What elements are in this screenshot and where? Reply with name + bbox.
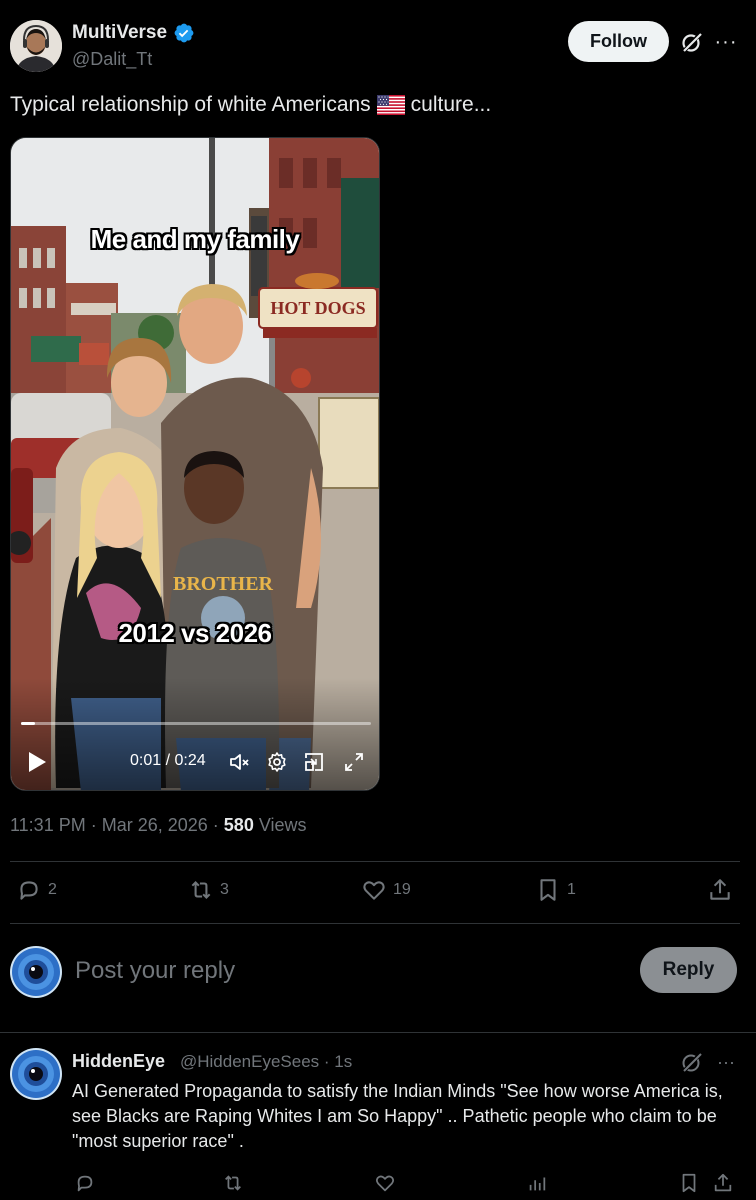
post-timestamp[interactable]: 11:31 PM · Mar 26, 2026 ·: [10, 815, 219, 835]
reply-count: 2: [48, 881, 57, 898]
views-count: 580: [223, 815, 254, 835]
reply-icon: [20, 881, 38, 900]
shirt-text: BROTHER: [173, 573, 274, 595]
comment-more-icon[interactable]: ···: [714, 1050, 738, 1074]
commenter-avatar[interactable]: [10, 1048, 62, 1100]
repost-action[interactable]: 3: [188, 877, 229, 903]
divider-middle: [10, 923, 740, 924]
settings-gear-icon[interactable]: [265, 750, 289, 774]
post-text-part1: Typical relationship of white Americans: [10, 93, 371, 116]
views-label: Views: [258, 815, 307, 835]
video-player[interactable]: HOT DOGS BROTHER Me and my family 2012 v…: [10, 137, 380, 791]
video-caption-middle: 2012 vs 2026: [118, 618, 272, 648]
author-handle[interactable]: @Dalit_Tt: [72, 49, 152, 70]
video-time: 0:01 / 0:24: [130, 752, 206, 769]
fullscreen-icon[interactable]: [342, 750, 366, 774]
grok-icon[interactable]: [680, 30, 704, 54]
divider-comments: [0, 1032, 756, 1033]
repost-count: 3: [220, 881, 229, 898]
like-count: 19: [393, 881, 411, 898]
author-avatar[interactable]: [10, 20, 62, 72]
commenter-handle-time[interactable]: @HiddenEyeSees · 1s: [180, 1052, 352, 1072]
post-text: Typical relationship of white Americans …: [10, 93, 491, 117]
verified-badge-icon: [174, 23, 194, 43]
comment-analytics-icon[interactable]: [526, 1172, 550, 1196]
divider-top: [10, 861, 740, 862]
video-progress-fill: [21, 722, 35, 725]
hotdog-sign-text: HOT DOGS: [270, 298, 365, 318]
post-meta: 11:31 PM · Mar 26, 2026 · 580 Views: [10, 815, 307, 836]
reply-action[interactable]: 2: [16, 877, 57, 903]
author-display-name[interactable]: MultiVerse: [72, 22, 195, 44]
follow-button[interactable]: Follow: [568, 21, 669, 62]
more-options-icon[interactable]: ···: [714, 30, 738, 54]
comment-reply-icon[interactable]: [74, 1172, 98, 1196]
video-caption-top: Me and my family: [90, 224, 300, 254]
reply-button[interactable]: Reply: [640, 947, 737, 993]
mute-icon[interactable]: [228, 750, 252, 774]
comment-bookmark-icon[interactable]: [678, 1172, 702, 1196]
comment-repost-icon[interactable]: [222, 1172, 246, 1196]
heart-icon: [363, 881, 385, 900]
bookmark-icon: [540, 879, 556, 901]
repost-icon: [191, 880, 211, 900]
user-avatar[interactable]: [10, 946, 62, 998]
us-flag-icon: [376, 95, 405, 115]
picture-in-picture-icon[interactable]: [302, 750, 326, 774]
commenter-name[interactable]: HiddenEye: [72, 1051, 165, 1072]
author-name-text[interactable]: MultiVerse: [72, 22, 167, 44]
like-action[interactable]: 19: [361, 877, 411, 903]
play-icon[interactable]: [27, 751, 47, 773]
bookmark-action[interactable]: 1: [535, 877, 576, 903]
video-progress-bar[interactable]: [21, 722, 371, 725]
comment-like-icon[interactable]: [374, 1172, 398, 1196]
post-text-part2: culture...: [410, 93, 492, 116]
comment-grok-icon[interactable]: [680, 1050, 704, 1074]
share-action[interactable]: [707, 877, 733, 903]
reply-input[interactable]: Post your reply: [75, 957, 235, 985]
share-icon: [710, 879, 730, 900]
comment-share-icon[interactable]: [712, 1172, 736, 1196]
comment-text: AI Generated Propaganda to satisfy the I…: [72, 1081, 723, 1151]
bookmark-count: 1: [567, 881, 576, 898]
